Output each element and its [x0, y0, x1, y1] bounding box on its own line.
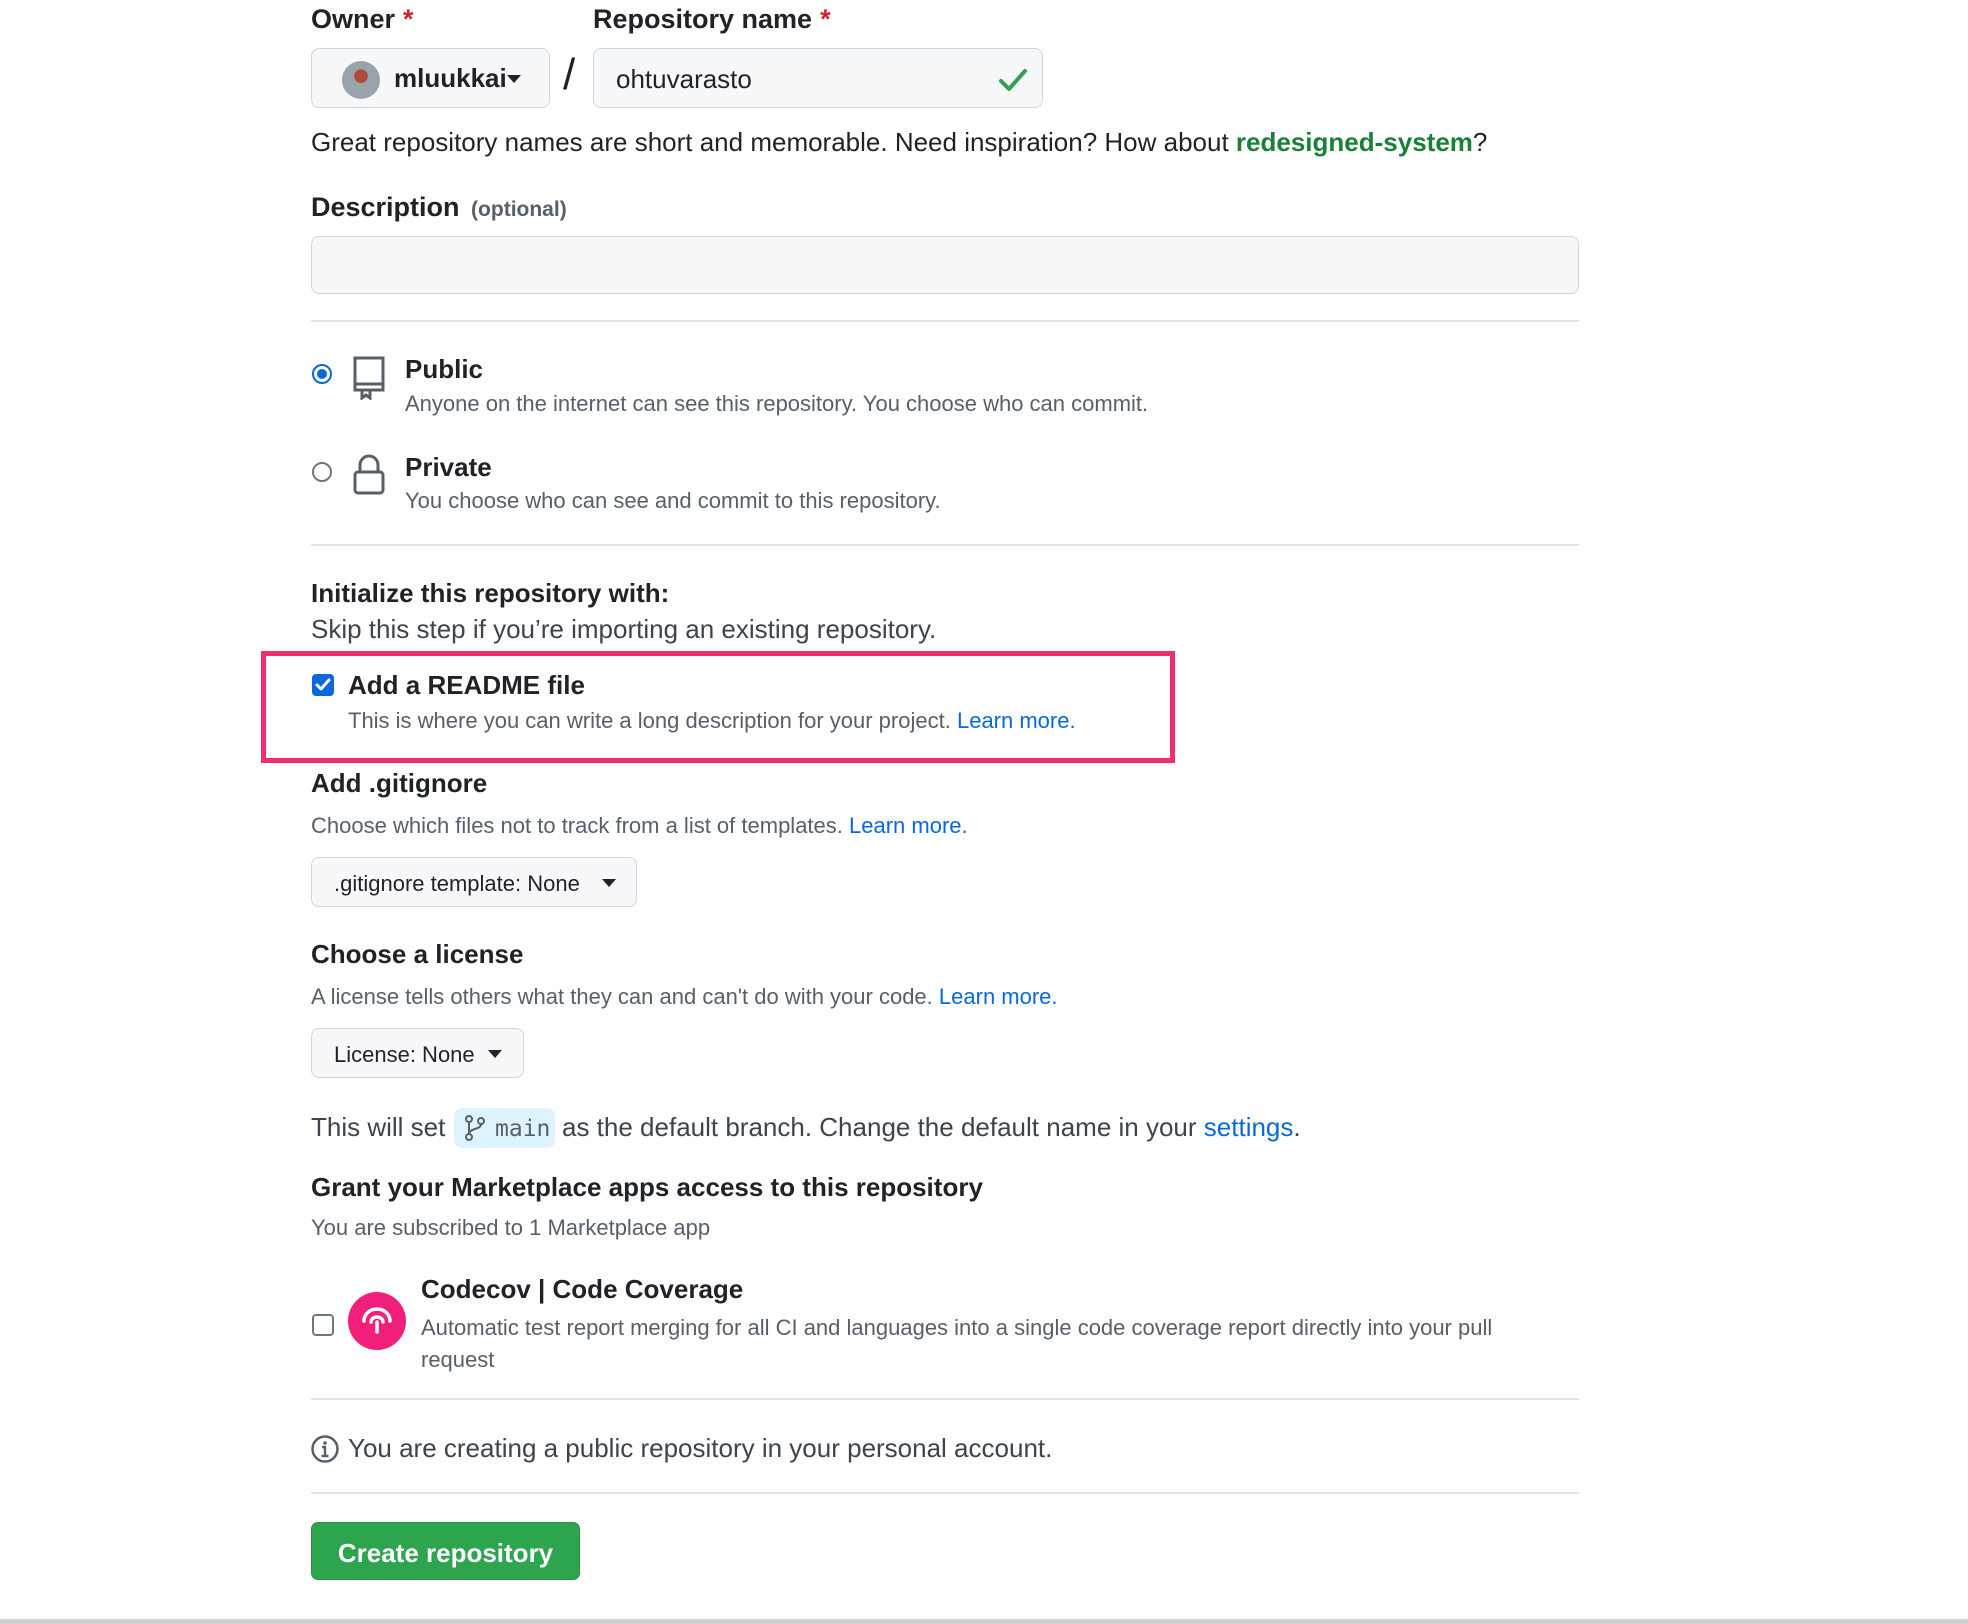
description-label: Description (optional)	[311, 192, 567, 222]
create-repo-form: Owner * Repository name * mluukkai / ohtuv…	[0, 0, 1968, 1624]
visibility-notice: You are creating a public repository in …	[348, 1433, 1053, 1463]
public-description: Anyone on the internet can see this repo…	[405, 391, 1149, 416]
gitignore-description: Choose which files not to track from a l…	[311, 813, 968, 838]
description-input[interactable]	[311, 236, 1579, 294]
divider	[311, 544, 1579, 546]
info-icon	[311, 1435, 339, 1463]
repo-name-input[interactable]: ohtuvarasto	[593, 48, 1043, 108]
git-branch-icon	[465, 1115, 485, 1141]
initialize-title: Initialize this repository with:	[311, 578, 670, 608]
readme-label: Add a README file	[348, 670, 585, 700]
chevron-down-icon	[488, 1050, 502, 1058]
codecov-logo	[348, 1292, 406, 1350]
marketplace-title: Grant your Marketplace apps access to th…	[311, 1172, 983, 1202]
chevron-down-icon	[602, 879, 616, 887]
divider	[311, 1398, 1579, 1400]
checkmark-icon	[315, 678, 331, 691]
license-title: Choose a license	[311, 939, 524, 969]
initialize-subtitle: Skip this step if you’re importing an ex…	[311, 614, 937, 644]
page-bottom-edge	[0, 1619, 1968, 1624]
lock-icon	[353, 454, 385, 495]
owner-label: Owner *	[311, 4, 414, 34]
umbrella-icon	[362, 1307, 392, 1334]
repo-name-value: ohtuvarasto	[616, 64, 752, 94]
private-description: You choose who can see and commit to thi…	[405, 488, 941, 513]
codecov-checkbox[interactable]	[312, 1314, 334, 1336]
license-select[interactable]: License: None	[311, 1028, 524, 1078]
license-learn-more-link[interactable]: Learn more.	[939, 984, 1058, 1009]
private-radio[interactable]	[312, 462, 332, 482]
chevron-down-icon	[507, 75, 521, 83]
create-repository-button[interactable]: Create repository	[311, 1522, 580, 1580]
repo-icon	[353, 356, 385, 400]
owner-repo-separator: /	[563, 50, 576, 99]
suggested-name-link[interactable]: redesigned-system	[1236, 127, 1473, 157]
avatar	[342, 61, 380, 99]
check-icon	[999, 69, 1027, 91]
readme-checkbox[interactable]	[312, 674, 334, 696]
settings-link[interactable]: settings	[1204, 1112, 1294, 1142]
codecov-description: Automatic test report merging for all CI…	[421, 1315, 1493, 1372]
private-title: Private	[405, 452, 492, 482]
readme-description: This is where you can write a long descr…	[348, 708, 1076, 733]
marketplace-subtitle: You are subscribed to 1 Marketplace app	[311, 1215, 711, 1240]
gitignore-learn-more-link[interactable]: Learn more.	[849, 813, 968, 838]
owner-value: mluukkai	[394, 63, 507, 93]
gitignore-template-select[interactable]: .gitignore template: None	[311, 857, 637, 907]
highlight-annotation	[261, 651, 1175, 763]
codecov-name: Codecov | Code Coverage	[421, 1274, 744, 1304]
repo-name-label: Repository name *	[593, 4, 831, 34]
public-radio[interactable]	[312, 364, 332, 384]
branch-sentence: as the default branch. Change the defaul…	[562, 1112, 1301, 1142]
public-title: Public	[405, 354, 484, 384]
divider	[311, 1492, 1579, 1494]
default-branch-chip: main	[454, 1108, 555, 1148]
readme-learn-more-link[interactable]: Learn more.	[957, 708, 1076, 733]
divider	[311, 320, 1579, 322]
owner-dropdown[interactable]: mluukkai	[311, 48, 550, 108]
name-hint: Great repository names are short and mem…	[311, 127, 1488, 157]
gitignore-title: Add .gitignore	[311, 768, 488, 798]
license-description: A license tells others what they can and…	[311, 984, 1058, 1009]
branch-prefix: This will set	[311, 1112, 446, 1142]
